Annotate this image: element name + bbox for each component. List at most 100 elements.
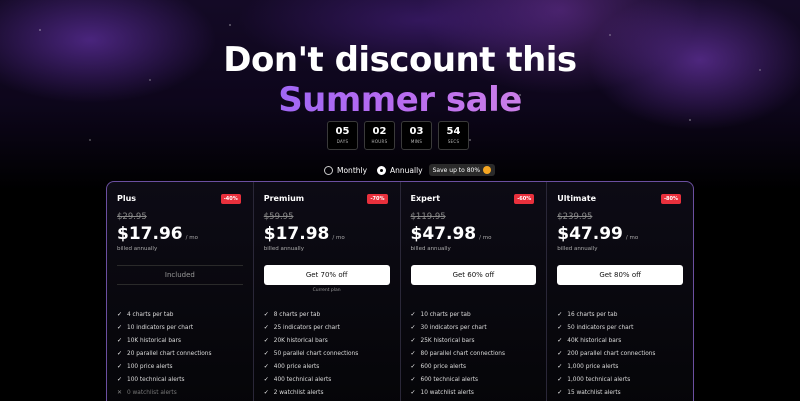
feature-item: ✕ 0 watchlist alerts: [117, 386, 243, 399]
check-icon: ✓: [410, 363, 416, 370]
billing-note: billed annually: [410, 246, 451, 252]
price-row: $17.98 / mo: [264, 224, 390, 244]
feature-text: 50 parallel chart connections: [273, 350, 359, 357]
billing-option-label: Annually: [390, 165, 423, 175]
feature-text: 10K historical bars: [127, 337, 181, 344]
countdown-label: DAYS: [336, 139, 349, 144]
countdown-label: MINS: [410, 139, 423, 144]
get-discount-button[interactable]: Get 70% off: [263, 265, 390, 285]
check-icon: ✓: [117, 337, 123, 344]
feature-text: 25K historical bars: [420, 337, 475, 344]
price-period: / mo: [479, 235, 492, 241]
feature-item: ✓ 8 charts per tab: [264, 308, 390, 321]
check-icon: ✓: [263, 389, 269, 396]
check-icon: ✓: [410, 324, 416, 331]
feature-text: 10 watchlist alerts: [420, 389, 474, 396]
plan-price: $47.99: [557, 224, 623, 244]
feature-item: ✓ 100 price alerts: [117, 360, 243, 373]
feature-item: ✓ 10 indicators per chart: [117, 321, 243, 334]
check-icon: ✓: [557, 363, 563, 370]
billing-note: billed annually: [117, 246, 158, 252]
billing-option-annually[interactable]: Annually: [377, 165, 423, 175]
feature-item: ✓ 400 technical alerts: [264, 373, 390, 386]
check-icon: ✓: [117, 311, 123, 318]
check-icon: ✓: [263, 363, 269, 370]
billing-option-monthly[interactable]: Monthly: [324, 165, 367, 175]
check-icon: ✓: [557, 337, 563, 344]
plan-note: [117, 288, 243, 294]
billing-note: billed annually: [263, 246, 304, 252]
radio-unchecked-icon[interactable]: [324, 165, 333, 175]
feature-list: ✓ 8 charts per tab ✓ 25 indicators per cha…: [264, 308, 390, 399]
save-badge-text: Save up to 80%: [432, 166, 481, 174]
title-line-2: Summer sale: [0, 80, 800, 120]
feature-item: ✓ 16 charts per tab: [557, 308, 683, 321]
countdown-value: 03: [409, 126, 424, 137]
feature-item: ✓ 400 price alerts: [264, 360, 390, 373]
feature-text: 10 charts per tab: [420, 311, 471, 318]
plan-price: $17.96: [117, 224, 183, 244]
feature-item: ✓ 1,000 technical alerts: [557, 373, 683, 386]
check-icon: ✓: [557, 376, 563, 383]
feature-text: 80 parallel chart connections: [420, 350, 506, 357]
discount-badge: -40%: [220, 194, 241, 204]
feature-item: ✓ 50 indicators per chart: [557, 321, 683, 334]
billing-toggle: Monthly Annually Save up to 80%: [324, 164, 496, 176]
feature-item: ✓ 10K historical bars: [117, 334, 243, 347]
feature-text: 10 indicators per chart: [127, 324, 194, 331]
check-icon: ✓: [410, 311, 416, 318]
plan-card-ultimate: Ultimate -80% $239.95 $47.99 / mo billed…: [547, 182, 693, 401]
check-icon: ✓: [263, 376, 269, 383]
check-icon: ✓: [263, 324, 269, 331]
feature-text: 8 charts per tab: [273, 311, 321, 318]
billing-note: billed annually: [557, 246, 598, 252]
countdown-label: SECS: [447, 139, 460, 144]
check-icon: ✓: [263, 337, 269, 344]
price-period: / mo: [332, 235, 345, 241]
feature-item: ✓ 100 technical alerts: [117, 373, 243, 386]
check-icon: ✓: [117, 350, 123, 357]
feature-text: 2 watchlist alerts: [273, 389, 324, 396]
feature-text: 20K historical bars: [273, 337, 328, 344]
cross-icon: ✕: [117, 389, 123, 396]
feature-list: ✓ 4 charts per tab ✓ 10 indicators per cha…: [117, 308, 243, 399]
price-row: $47.98 / mo: [411, 224, 537, 244]
feature-item: ✓ 200 parallel chart connections: [557, 347, 683, 360]
feature-text: 600 technical alerts: [420, 376, 479, 383]
feature-text: 0 watchlist alerts: [127, 389, 177, 396]
old-price: $59.95: [263, 212, 294, 222]
countdown-value: 02: [372, 126, 387, 137]
check-icon: ✓: [263, 350, 269, 357]
feature-item: ✓ 2 watchlist alerts: [264, 386, 390, 399]
price-period: / mo: [625, 235, 639, 241]
smiley-emoji-icon: [483, 166, 492, 174]
get-discount-button[interactable]: Get 80% off: [557, 265, 683, 285]
radio-checked-icon[interactable]: [377, 165, 387, 175]
check-icon: ✓: [410, 389, 416, 396]
feature-item: ✓ 20 parallel chart connections: [117, 347, 243, 360]
check-icon: ✓: [117, 376, 123, 383]
feature-text: 1,000 price alerts: [567, 363, 619, 370]
plan-card-plus: Plus -40% $29.95 $17.96 / mo billed annu…: [107, 182, 254, 401]
feature-text: 25 indicators per chart: [273, 324, 340, 331]
price-row: $17.96 / mo: [117, 224, 243, 244]
get-discount-button[interactable]: Get 60% off: [410, 265, 537, 285]
plan-note: [411, 288, 537, 294]
feature-text: 20 parallel chart connections: [127, 350, 212, 357]
feature-text: 200 parallel chart connections: [567, 350, 656, 357]
feature-text: 600 price alerts: [420, 363, 467, 370]
check-icon: ✓: [557, 324, 563, 331]
price-period: / mo: [185, 235, 198, 241]
feature-item: ✓ 30 indicators per chart: [411, 321, 537, 334]
feature-item: ✓ 4 charts per tab: [117, 308, 243, 321]
feature-item: ✓ 25K historical bars: [411, 334, 537, 347]
countdown-label: HOURS: [371, 139, 388, 144]
discount-badge: -60%: [514, 194, 535, 204]
feature-item: ✓ 25 indicators per chart: [264, 321, 390, 334]
countdown-timer: 05 DAYS 02 HOURS 03 MINS 54 SECS: [327, 121, 469, 150]
check-icon: ✓: [410, 337, 416, 344]
plan-price: $47.98: [410, 224, 477, 244]
countdown-secs: 54 SECS: [438, 121, 469, 150]
feature-item: ✓ 40K historical bars: [557, 334, 683, 347]
feature-item: ✓ 600 price alerts: [411, 360, 537, 373]
